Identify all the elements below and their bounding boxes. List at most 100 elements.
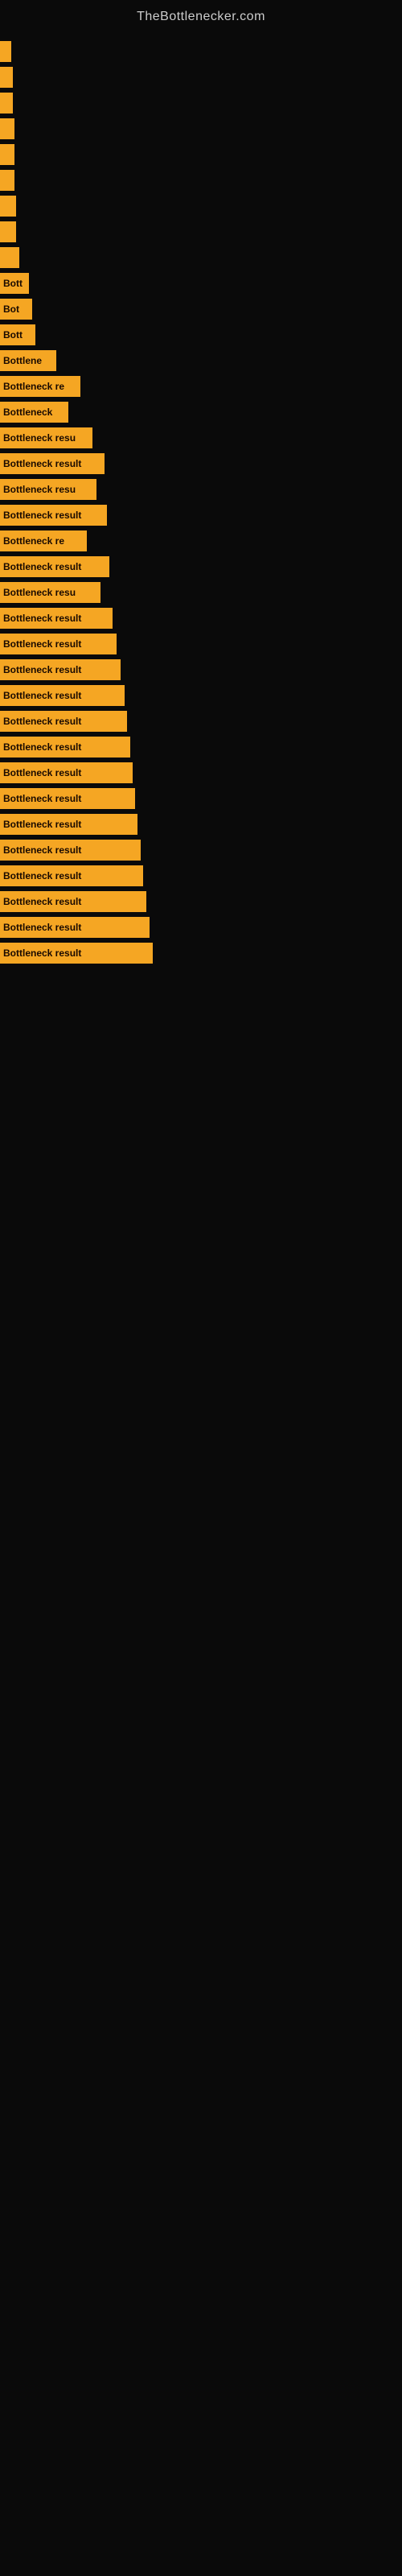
bar-row: Bottleneck result bbox=[0, 554, 402, 580]
bar-fill: Bottleneck result bbox=[0, 814, 137, 835]
bar-fill-text: Bottleneck result bbox=[3, 896, 81, 907]
bar-row: Bott bbox=[0, 270, 402, 296]
bar-fill: Bottleneck result bbox=[0, 659, 121, 680]
bar-fill-text: Bottleneck result bbox=[3, 716, 81, 727]
bar-fill-text: Bottleneck result bbox=[3, 741, 81, 753]
bar-fill: Bottleneck result bbox=[0, 634, 117, 654]
bar-row: Bottleneck result bbox=[0, 889, 402, 914]
bar-row: Bottleneck result bbox=[0, 914, 402, 940]
bar-fill bbox=[0, 93, 13, 114]
bar-fill bbox=[0, 144, 14, 165]
bar-fill: Bottleneck bbox=[0, 402, 68, 423]
bars-container: Bott Bot Bott Bottlene Bottleneck re Bottlene… bbox=[0, 31, 402, 966]
bar-fill: Bottleneck result bbox=[0, 556, 109, 577]
bar-row: Bottleneck result bbox=[0, 786, 402, 811]
bar-fill bbox=[0, 247, 19, 268]
bar-row: Bottleneck result bbox=[0, 940, 402, 966]
bar-fill-text: Bottleneck result bbox=[3, 870, 81, 881]
bar-row: Bottleneck result bbox=[0, 708, 402, 734]
bar-row: Bottleneck result bbox=[0, 760, 402, 786]
bar-fill: Bot bbox=[0, 299, 32, 320]
bar-fill: Bottleneck result bbox=[0, 762, 133, 783]
bar-row bbox=[0, 245, 402, 270]
bar-fill: Bottleneck result bbox=[0, 505, 107, 526]
bar-row: Bottleneck result bbox=[0, 734, 402, 760]
bar-row: Bottleneck re bbox=[0, 374, 402, 399]
bar-fill: Bottlene bbox=[0, 350, 56, 371]
bar-row: Bottleneck resu bbox=[0, 477, 402, 502]
bar-fill: Bottleneck result bbox=[0, 891, 146, 912]
bar-row: Bot bbox=[0, 296, 402, 322]
bar-row: Bottleneck resu bbox=[0, 580, 402, 605]
bar-fill: Bottleneck re bbox=[0, 530, 87, 551]
bar-row bbox=[0, 193, 402, 219]
bar-fill-text: Bottleneck result bbox=[3, 690, 81, 701]
bar-row: Bottleneck result bbox=[0, 605, 402, 631]
bar-fill-text: Bottleneck result bbox=[3, 922, 81, 933]
bar-fill: Bottleneck resu bbox=[0, 427, 92, 448]
bar-fill: Bottleneck result bbox=[0, 711, 127, 732]
bar-fill-text: Bottleneck result bbox=[3, 510, 81, 521]
bar-fill: Bottleneck resu bbox=[0, 479, 96, 500]
bar-fill-text: Bott bbox=[3, 329, 23, 341]
bar-row: Bottleneck bbox=[0, 399, 402, 425]
bar-fill: Bott bbox=[0, 273, 29, 294]
bar-fill bbox=[0, 67, 13, 88]
bar-fill: Bottleneck re bbox=[0, 376, 80, 397]
bar-row bbox=[0, 116, 402, 142]
bar-row bbox=[0, 219, 402, 245]
bar-fill-text: Bottleneck result bbox=[3, 613, 81, 624]
bar-fill-text: Bott bbox=[3, 278, 23, 289]
bar-fill-text: Bottleneck result bbox=[3, 767, 81, 778]
bar-fill-text: Bottleneck resu bbox=[3, 484, 76, 495]
bar-row bbox=[0, 142, 402, 167]
bar-row: Bottlene bbox=[0, 348, 402, 374]
bar-fill-text: Bottleneck resu bbox=[3, 587, 76, 598]
bar-row: Bottleneck re bbox=[0, 528, 402, 554]
bar-fill-text: Bottleneck re bbox=[3, 381, 64, 392]
bar-fill-text: Bottleneck resu bbox=[3, 432, 76, 444]
bar-row: Bott bbox=[0, 322, 402, 348]
bar-row: Bottleneck result bbox=[0, 837, 402, 863]
bar-fill: Bottleneck result bbox=[0, 737, 130, 758]
bar-row bbox=[0, 167, 402, 193]
bar-row bbox=[0, 64, 402, 90]
bar-fill: Bottleneck result bbox=[0, 685, 125, 706]
bar-fill: Bottleneck result bbox=[0, 788, 135, 809]
bar-fill: Bottleneck result bbox=[0, 608, 113, 629]
bar-fill-text: Bottleneck bbox=[3, 407, 52, 418]
bar-row: Bottleneck result bbox=[0, 811, 402, 837]
bar-row: Bottleneck result bbox=[0, 657, 402, 683]
bar-fill-text: Bottleneck result bbox=[3, 844, 81, 856]
bar-fill-text: Bottleneck result bbox=[3, 458, 81, 469]
bar-row bbox=[0, 39, 402, 64]
bar-fill-text: Bot bbox=[3, 303, 19, 315]
bar-fill bbox=[0, 41, 11, 62]
bar-fill bbox=[0, 196, 16, 217]
bar-fill-text: Bottleneck result bbox=[3, 561, 81, 572]
bar-fill: Bottleneck result bbox=[0, 453, 105, 474]
bar-fill: Bottleneck result bbox=[0, 943, 153, 964]
bar-fill-text: Bottleneck result bbox=[3, 819, 81, 830]
bar-row: Bottleneck result bbox=[0, 502, 402, 528]
bar-row: Bottleneck resu bbox=[0, 425, 402, 451]
bar-fill bbox=[0, 221, 16, 242]
bar-fill: Bottleneck result bbox=[0, 865, 143, 886]
bar-fill bbox=[0, 170, 14, 191]
bar-fill-text: Bottleneck result bbox=[3, 664, 81, 675]
bar-fill: Bott bbox=[0, 324, 35, 345]
bar-row: Bottleneck result bbox=[0, 683, 402, 708]
bar-row bbox=[0, 90, 402, 116]
bar-fill-text: Bottleneck result bbox=[3, 638, 81, 650]
site-title: TheBottlenecker.com bbox=[0, 0, 402, 31]
bar-row: Bottleneck result bbox=[0, 631, 402, 657]
bar-fill: Bottleneck result bbox=[0, 840, 141, 861]
bar-fill-text: Bottleneck re bbox=[3, 535, 64, 547]
bar-fill bbox=[0, 118, 14, 139]
bar-fill-text: Bottleneck result bbox=[3, 793, 81, 804]
bar-row: Bottleneck result bbox=[0, 451, 402, 477]
bar-row: Bottleneck result bbox=[0, 863, 402, 889]
bar-fill-text: Bottleneck result bbox=[3, 947, 81, 959]
bar-fill: Bottleneck resu bbox=[0, 582, 100, 603]
bar-fill-text: Bottlene bbox=[3, 355, 42, 366]
